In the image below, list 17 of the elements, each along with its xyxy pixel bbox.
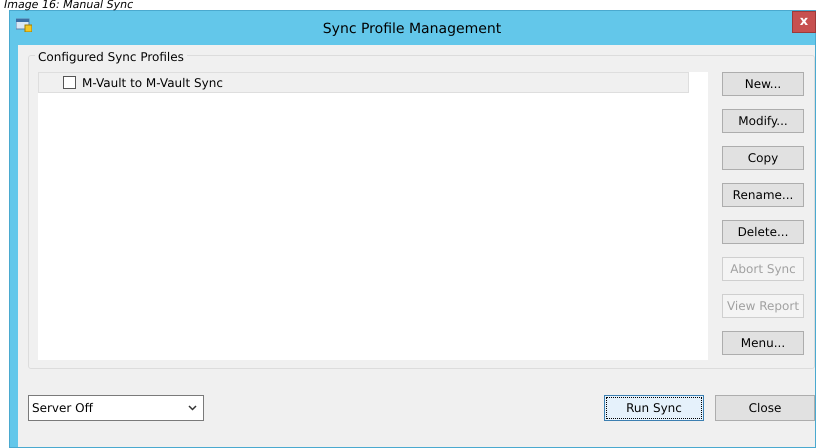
action-button[interactable]: Copy xyxy=(722,146,804,170)
action-button[interactable]: Rename... xyxy=(722,183,804,207)
app-icon xyxy=(16,18,32,32)
window-title: Sync Profile Management xyxy=(322,20,502,39)
profile-row[interactable]: M-Vault to M-Vault Sync xyxy=(38,72,689,93)
window-close-button[interactable]: x xyxy=(792,11,816,33)
caption: Image 16: Manual Sync xyxy=(3,0,134,10)
server-mode-dropdown[interactable]: Server Off xyxy=(28,395,204,421)
action-button[interactable]: Menu... xyxy=(722,331,804,355)
action-button[interactable]: New... xyxy=(722,72,804,96)
action-button[interactable]: Modify... xyxy=(722,109,804,133)
profile-name: M-Vault to M-Vault Sync xyxy=(82,74,223,92)
dialog-button[interactable]: Close xyxy=(715,395,815,421)
dialog-button[interactable]: Run Sync xyxy=(604,395,704,421)
action-button[interactable]: Delete... xyxy=(722,220,804,244)
checkbox[interactable] xyxy=(63,76,76,89)
chevron-down-icon xyxy=(188,405,197,411)
